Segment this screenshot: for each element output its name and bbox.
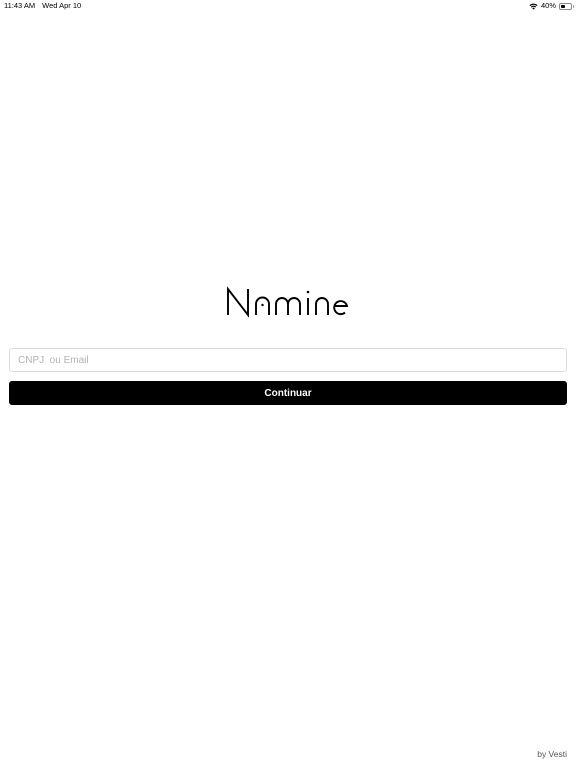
brand-logo [0,286,576,323]
status-left: 11:43 AM Wed Apr 10 [4,0,81,12]
status-right: 40% [529,0,574,12]
battery-percent: 40% [540,1,556,10]
status-bar: 11:43 AM Wed Apr 10 40% [0,0,576,12]
identifier-input[interactable] [9,348,567,372]
continue-button[interactable]: Continuar [9,381,567,405]
wifi-icon [529,3,538,10]
battery-fill [561,4,565,8]
status-date: Wed Apr 10 [42,1,82,10]
brand-logo-mark [227,286,349,318]
status-time: 11:43 AM [4,1,36,10]
footer-credit: by Vesti [537,749,567,759]
battery-icon [559,2,574,10]
